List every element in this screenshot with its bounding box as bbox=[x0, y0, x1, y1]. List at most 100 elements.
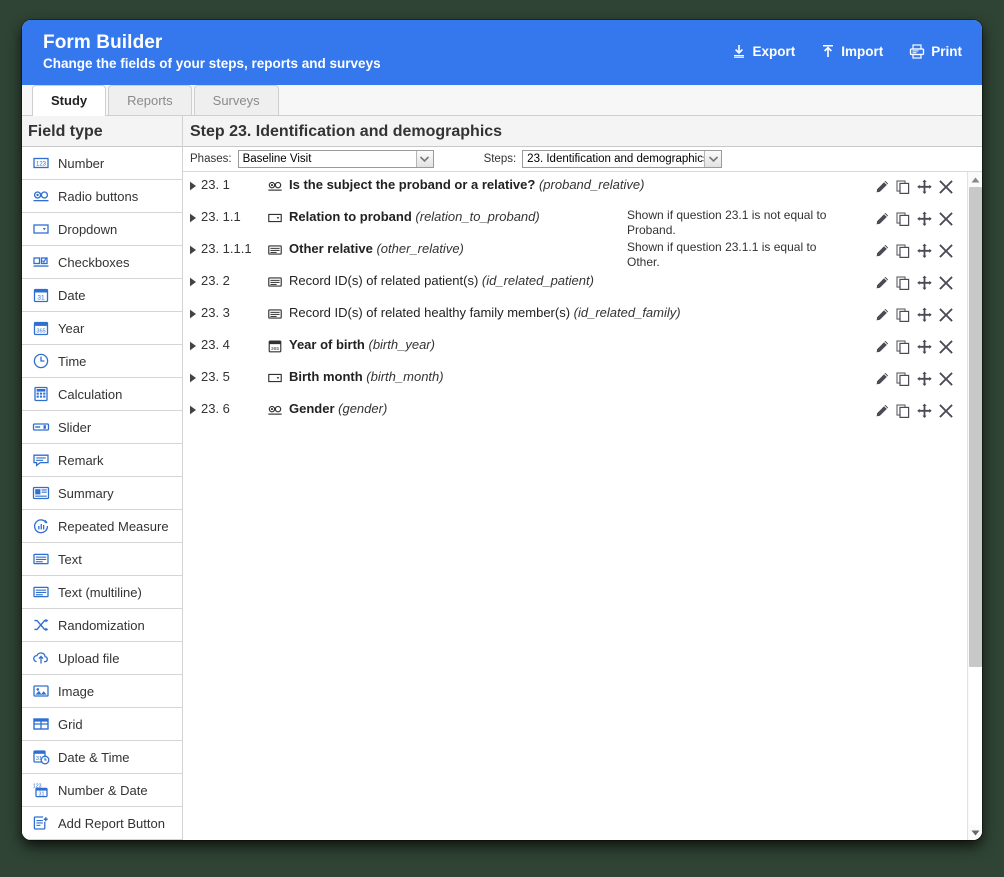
expand-triangle-icon[interactable] bbox=[189, 243, 201, 258]
move-icon[interactable] bbox=[917, 275, 932, 293]
form-builder-window: Form Builder Change the fields of your s… bbox=[22, 20, 982, 840]
close-icon[interactable] bbox=[939, 275, 953, 293]
pencil-icon[interactable] bbox=[875, 180, 889, 197]
field-type-item-checkboxes[interactable]: Checkboxes bbox=[22, 246, 182, 279]
dropdown-icon bbox=[267, 210, 283, 226]
close-icon[interactable] bbox=[939, 403, 953, 421]
field-type-item-date-time[interactable]: 31 Date & Time bbox=[22, 741, 182, 774]
expand-triangle-icon[interactable] bbox=[189, 339, 201, 354]
copy-icon[interactable] bbox=[896, 403, 910, 421]
svg-text:31: 31 bbox=[39, 791, 45, 797]
question-code: (birth_month) bbox=[366, 369, 444, 384]
move-icon[interactable] bbox=[917, 371, 932, 389]
pencil-icon[interactable] bbox=[875, 212, 889, 229]
expand-triangle-icon[interactable] bbox=[189, 403, 201, 418]
pencil-icon[interactable] bbox=[875, 244, 889, 261]
header-actions: Export Import Print bbox=[732, 44, 962, 61]
print-button[interactable]: Print bbox=[909, 44, 962, 59]
export-button[interactable]: Export bbox=[732, 44, 795, 59]
scrollbar-track[interactable] bbox=[968, 187, 982, 825]
field-type-label: Number bbox=[58, 155, 105, 171]
tab-reports[interactable]: Reports bbox=[108, 85, 192, 115]
field-type-item-repeated-measure[interactable]: Repeated Measure bbox=[22, 510, 182, 543]
pencil-icon[interactable] bbox=[875, 276, 889, 293]
tab-study[interactable]: Study bbox=[32, 85, 107, 116]
close-icon[interactable] bbox=[939, 307, 953, 325]
phases-select[interactable]: Baseline Visit bbox=[237, 150, 434, 168]
field-type-item-date[interactable]: 31 Date bbox=[22, 279, 182, 312]
field-type-label: Image bbox=[58, 683, 95, 699]
copy-icon[interactable] bbox=[896, 211, 910, 229]
date-icon: 31 bbox=[32, 286, 50, 304]
pencil-icon[interactable] bbox=[875, 372, 889, 389]
move-icon[interactable] bbox=[917, 211, 932, 229]
copy-icon[interactable] bbox=[896, 339, 910, 357]
field-type-item-text[interactable]: Text bbox=[22, 543, 182, 576]
copy-icon[interactable] bbox=[896, 179, 910, 197]
field-type-item-add-report-button[interactable]: Add Report Button bbox=[22, 807, 182, 840]
field-type-item-year[interactable]: 365 Year bbox=[22, 312, 182, 345]
field-type-item-grid[interactable]: Grid bbox=[22, 708, 182, 741]
question-row[interactable]: 23. 2 Record ID(s) of related patient(s) … bbox=[183, 271, 967, 303]
pencil-icon[interactable] bbox=[875, 340, 889, 357]
image-icon bbox=[32, 682, 50, 700]
question-row[interactable]: 23. 5 Birth month (birth_month) bbox=[183, 367, 967, 399]
move-icon[interactable] bbox=[917, 339, 932, 357]
field-type-item-upload-file[interactable]: Upload file bbox=[22, 642, 182, 675]
field-type-list: 123 Number Radio buttons Dropdown Checkboxes… bbox=[22, 147, 182, 840]
close-icon[interactable] bbox=[939, 339, 953, 357]
copy-icon[interactable] bbox=[896, 275, 910, 293]
close-icon[interactable] bbox=[939, 371, 953, 389]
field-type-item-text-multiline[interactable]: Text (multiline) bbox=[22, 576, 182, 609]
expand-triangle-icon[interactable] bbox=[189, 211, 201, 226]
move-icon[interactable] bbox=[917, 403, 932, 421]
app-header: Form Builder Change the fields of your s… bbox=[22, 20, 982, 85]
close-icon[interactable] bbox=[939, 243, 953, 261]
field-type-item-dropdown[interactable]: Dropdown bbox=[22, 213, 182, 246]
field-type-label: Upload file bbox=[58, 650, 120, 666]
field-type-item-slider[interactable]: Slider bbox=[22, 411, 182, 444]
vertical-scrollbar[interactable] bbox=[967, 172, 982, 840]
field-type-item-randomization[interactable]: Randomization bbox=[22, 609, 182, 642]
expand-triangle-icon[interactable] bbox=[189, 371, 201, 386]
scroll-up-button[interactable] bbox=[968, 172, 983, 187]
question-row[interactable]: 23. 1.1.1 Other relative (other_relative)… bbox=[183, 239, 967, 271]
field-type-label: Date & Time bbox=[58, 749, 130, 765]
move-icon[interactable] bbox=[917, 307, 932, 325]
question-row[interactable]: 23. 4 365 Year of birth (birth_year) bbox=[183, 335, 967, 367]
field-type-item-calculation[interactable]: Calculation bbox=[22, 378, 182, 411]
steps-select[interactable]: 23. Identification and demographics bbox=[522, 150, 723, 168]
field-type-item-radio-buttons[interactable]: Radio buttons bbox=[22, 180, 182, 213]
scrollbar-thumb[interactable] bbox=[968, 187, 982, 667]
question-row[interactable]: 23. 1.1 Relation to proband (relation_to_… bbox=[183, 207, 967, 239]
field-type-label: Grid bbox=[58, 716, 83, 732]
field-type-item-number[interactable]: 123 Number bbox=[22, 147, 182, 180]
field-type-label: Calculation bbox=[58, 386, 123, 402]
pencil-icon[interactable] bbox=[875, 404, 889, 421]
download-icon bbox=[732, 44, 746, 59]
copy-icon[interactable] bbox=[896, 371, 910, 389]
question-row[interactable]: 23. 1 Is the subject the proband or a rel… bbox=[183, 175, 967, 207]
field-type-item-image[interactable]: Image bbox=[22, 675, 182, 708]
question-row[interactable]: 23. 3 Record ID(s) of related healthy fam… bbox=[183, 303, 967, 335]
move-icon[interactable] bbox=[917, 179, 932, 197]
question-label-text: Year of birth bbox=[289, 337, 365, 352]
field-type-item-summary[interactable]: Summary bbox=[22, 477, 182, 510]
move-icon[interactable] bbox=[917, 243, 932, 261]
close-icon[interactable] bbox=[939, 211, 953, 229]
field-type-item-remark[interactable]: Remark bbox=[22, 444, 182, 477]
expand-triangle-icon[interactable] bbox=[189, 275, 201, 290]
expand-triangle-icon[interactable] bbox=[189, 307, 201, 322]
text-icon bbox=[267, 306, 283, 322]
expand-triangle-icon[interactable] bbox=[189, 179, 201, 194]
import-button[interactable]: Import bbox=[821, 44, 883, 59]
field-type-item-number-date[interactable]: 123 31 Number & Date bbox=[22, 774, 182, 807]
question-row[interactable]: 23. 6 Gender (gender) bbox=[183, 399, 967, 431]
tab-surveys[interactable]: Surveys bbox=[193, 85, 279, 115]
field-type-item-time[interactable]: Time bbox=[22, 345, 182, 378]
scroll-down-button[interactable] bbox=[968, 825, 983, 840]
copy-icon[interactable] bbox=[896, 307, 910, 325]
copy-icon[interactable] bbox=[896, 243, 910, 261]
pencil-icon[interactable] bbox=[875, 308, 889, 325]
close-icon[interactable] bbox=[939, 179, 953, 197]
